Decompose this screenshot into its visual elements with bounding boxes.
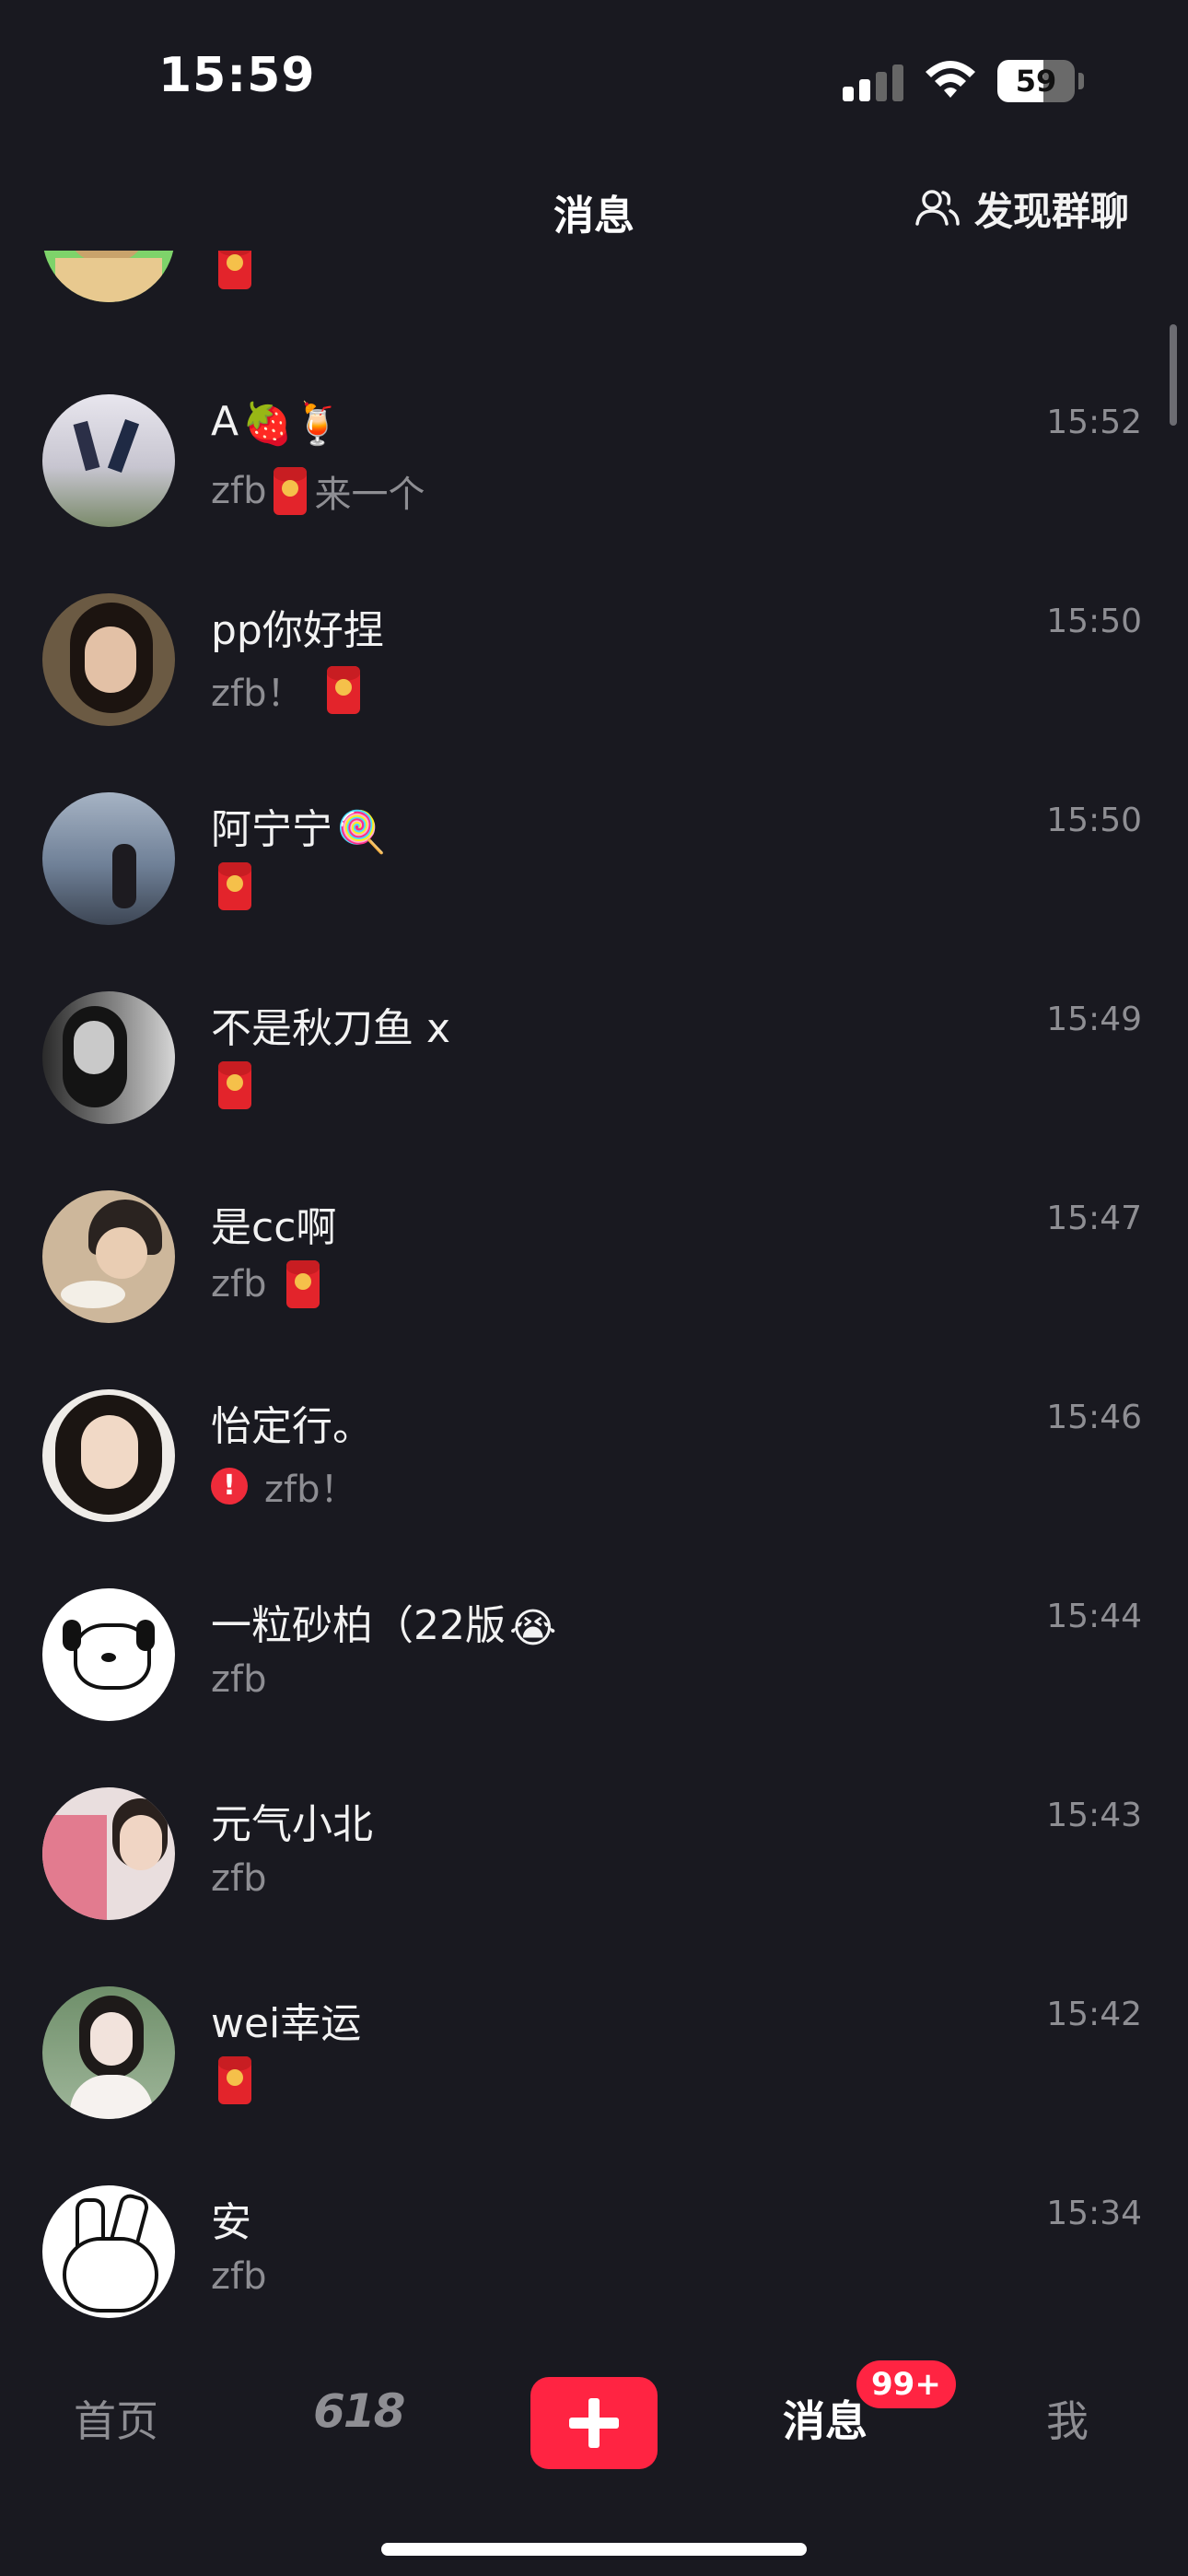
- message-time: 15:44: [1046, 1598, 1142, 1635]
- contact-name: pp你好捏: [211, 607, 384, 654]
- contact-name: 不是秋刀鱼 x: [211, 1005, 451, 1052]
- scrollbar[interactable]: [1170, 324, 1177, 426]
- message-preview: [211, 862, 259, 910]
- message-preview: zfb: [211, 1658, 267, 1701]
- avatar: [42, 2185, 175, 2318]
- crying-face-emoji: 😭: [509, 1604, 557, 1652]
- avatar: [42, 1787, 175, 1920]
- conversation-row[interactable]: 是cc啊 zfb 15:47: [0, 1190, 1188, 1389]
- cellular-signal-icon: [843, 64, 903, 101]
- avatar: [42, 991, 175, 1124]
- contact-name: 元气小北: [211, 1801, 373, 1848]
- message-preview: [211, 251, 259, 289]
- message-time: 15:34: [1046, 2195, 1142, 2232]
- bottom-tab-bar: 首页 618 消息 99+ 我: [0, 2340, 1188, 2576]
- lollipop-emoji: 🍭: [336, 809, 387, 856]
- red-packet-icon: [218, 2056, 251, 2104]
- red-packet-icon: [218, 862, 251, 910]
- tab-messages[interactable]: 消息: [783, 2388, 868, 2449]
- conversation-row[interactable]: wei幸运 15:42: [0, 1986, 1188, 2185]
- red-packet-icon: [327, 666, 361, 714]
- message-time: 15:52: [1046, 404, 1142, 441]
- red-packet-icon: [218, 1061, 251, 1109]
- discover-group-chat-label: 发现群聊: [973, 188, 1129, 234]
- avatar: [42, 1389, 175, 1522]
- status-time: 15:59: [158, 48, 316, 103]
- conversation-list[interactable]: A🍓🍹 zfb 来一个 15:52 pp你好捏 zfb！ 15:50 阿宁宁🍭 …: [0, 251, 1188, 2340]
- wifi-icon: [926, 61, 975, 98]
- avatar: [42, 593, 175, 726]
- message-time: 15:50: [1046, 603, 1142, 640]
- conversation-row[interactable]: 一粒砂柏（22版😭 zfb 15:44: [0, 1588, 1188, 1787]
- avatar: [42, 1986, 175, 2119]
- status-bar: 15:59 59: [0, 0, 1188, 147]
- message-preview: [211, 1061, 259, 1109]
- message-preview: zfb: [211, 1857, 267, 1900]
- message-preview: zfb: [211, 2255, 267, 2298]
- top-bar: 消息 发现群聊: [0, 166, 1188, 251]
- contact-name: 怡定行。: [211, 1403, 373, 1450]
- avatar: [42, 1190, 175, 1323]
- message-time: 15:50: [1046, 802, 1142, 839]
- red-packet-icon: [274, 467, 308, 515]
- avatar: [42, 792, 175, 925]
- avatar: [42, 1588, 175, 1721]
- battery-level: 59: [1015, 64, 1057, 99]
- contact-name: 是cc啊: [211, 1204, 337, 1251]
- conversation-row[interactable]: 元气小北 zfb 15:43: [0, 1787, 1188, 1986]
- message-preview: [211, 2056, 259, 2104]
- message-time: 15:49: [1046, 1001, 1142, 1038]
- conversation-row[interactable]: 阿宁宁🍭 15:50: [0, 792, 1188, 991]
- message-time: 15:46: [1046, 1399, 1142, 1436]
- conversation-row[interactable]: pp你好捏 zfb！ 15:50: [0, 593, 1188, 792]
- conversation-row[interactable]: 怡定行。 ! zfb！ 15:46: [0, 1389, 1188, 1588]
- conversation-row[interactable]: 不是秋刀鱼 x 15:49: [0, 991, 1188, 1190]
- message-time: 15:47: [1046, 1200, 1142, 1237]
- tab-home[interactable]: 首页: [74, 2388, 158, 2449]
- message-time: 15:43: [1046, 1797, 1142, 1834]
- home-indicator[interactable]: [381, 2543, 807, 2556]
- conversation-row[interactable]: [0, 251, 1188, 369]
- strawberry-cocktail-emoji: 🍓🍹: [242, 401, 344, 448]
- message-preview: zfb！: [211, 663, 367, 717]
- red-packet-icon: [218, 251, 251, 289]
- group-people-icon: [915, 190, 960, 226]
- conversation-row[interactable]: A🍓🍹 zfb 来一个 15:52: [0, 394, 1188, 593]
- unread-badge: 99+: [856, 2360, 956, 2408]
- message-preview: zfb: [211, 1260, 327, 1308]
- message-preview: zfb 来一个: [211, 464, 425, 518]
- create-post-button[interactable]: [530, 2377, 658, 2469]
- contact-name: 阿宁宁🍭: [211, 806, 387, 856]
- send-failed-icon[interactable]: !: [211, 1468, 248, 1505]
- tab-me[interactable]: 我: [1046, 2388, 1089, 2449]
- red-packet-icon: [286, 1260, 320, 1308]
- contact-name: 一粒砂柏（22版😭: [211, 1602, 557, 1652]
- tab-618[interactable]: 618: [313, 2384, 405, 2438]
- battery-icon: 59: [997, 60, 1084, 102]
- contact-name: wei幸运: [211, 2000, 362, 2047]
- message-time: 15:42: [1046, 1996, 1142, 2033]
- conversation-row[interactable]: 安 zfb 15:34: [0, 2185, 1188, 2340]
- discover-group-chat-button[interactable]: 发现群聊: [912, 182, 1129, 234]
- contact-name: 安: [211, 2199, 251, 2246]
- contact-name: A🍓🍹: [211, 398, 344, 448]
- avatar: [42, 251, 175, 302]
- message-preview: ! zfb！: [211, 1459, 356, 1513]
- avatar: [42, 394, 175, 527]
